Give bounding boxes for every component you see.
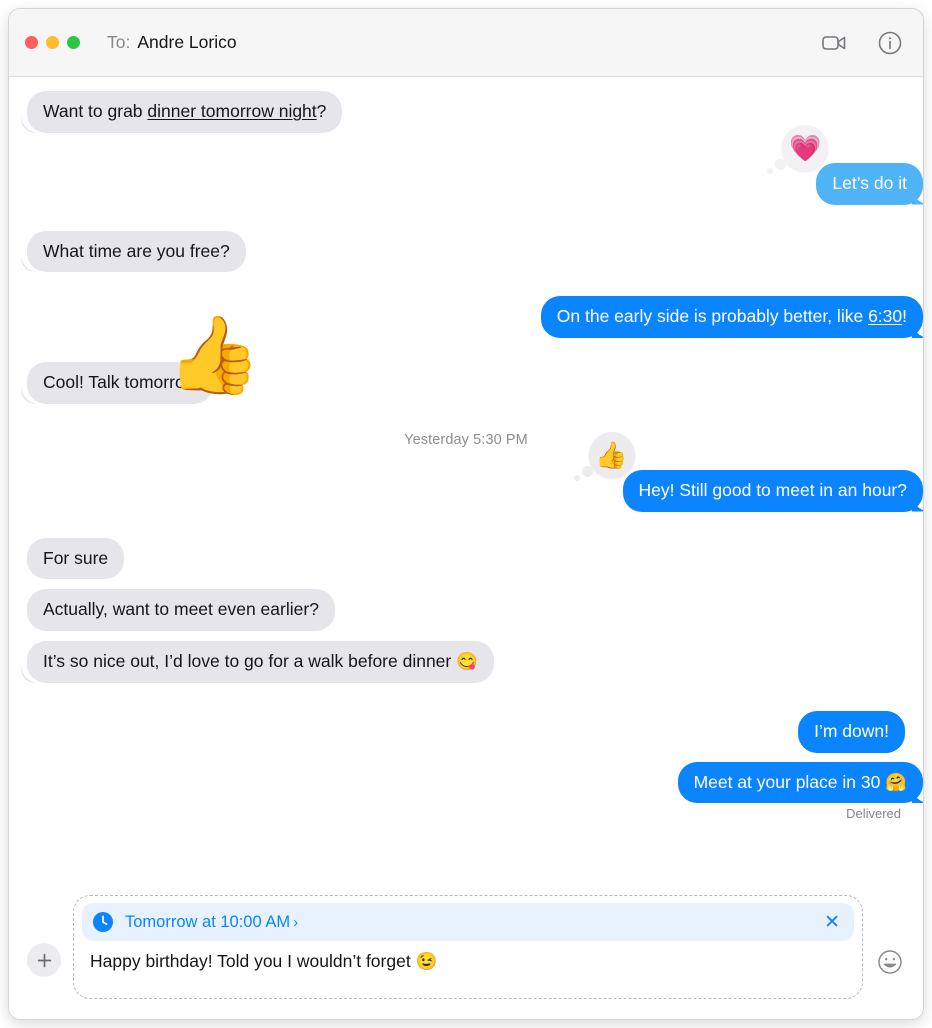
message-text: Want to grab [43,101,148,121]
message-text-tail: ? [316,101,327,121]
recipient-name: Andre Lorico [137,32,237,52]
message-bubble-incoming[interactable]: What time are you free? [27,230,246,273]
close-icon[interactable]: ✕ [822,913,842,932]
message-row: On the early side is probably better, li… [9,296,923,338]
message-bubble-incoming[interactable]: It’s so nice out, I’d love to go for a w… [27,641,494,683]
message-text-tail: ! [902,306,907,327]
message-row: What time are you free? [9,230,923,273]
chevron-right-icon[interactable]: › [293,914,298,931]
video-camera-icon[interactable] [819,28,849,58]
message-input-field[interactable]: Tomorrow at 10:00 AM › ✕ Happy birthday! … [73,895,863,999]
message-link[interactable]: dinner tomorrow night [147,101,316,121]
message-bubble-outgoing[interactable]: I’m down! [798,710,905,753]
title-bar-actions [819,28,905,58]
clock-icon [92,911,114,933]
time-divider: Yesterday 5:30 PM [404,431,528,448]
message-bubble-outgoing[interactable]: Let’s do it [816,162,923,205]
message-row: Want to grab dinner tomorrow night? [9,91,923,133]
recipient-label: To: [107,32,131,52]
add-attachment-button[interactable] [27,943,61,977]
zoom-window-button[interactable] [67,36,80,49]
message-row: 💗 Let’s do it [9,124,923,205]
message-row: 👍 Hey! Still good to meet in an hour? [9,431,923,512]
recipient-field[interactable]: To: Andre Lorico [107,32,237,53]
draft-message-text[interactable]: Happy birthday! Told you I wouldn’t forg… [82,946,854,976]
message-bubble-outgoing[interactable]: Meet at your place in 30 🤗 [677,761,923,804]
message-bubble-incoming[interactable]: Actually, want to meet even earlier? [27,589,335,631]
message-row: Cool! Talk tomorrow 👍 [9,318,923,404]
message-transcript: Want to grab dinner tomorrow night? 💗 Le… [9,77,923,895]
bubble-with-sticker: Cool! Talk tomorrow 👍 [27,318,261,404]
delivery-status: Delivered [846,806,901,822]
heart-tapback[interactable]: 💗 [767,124,829,174]
message-link[interactable]: 6:30 [868,306,902,326]
message-text: On the early side is probably better, li… [556,306,869,327]
smiley-face-icon [875,947,905,977]
close-window-button[interactable] [25,36,38,49]
message-row: Meet at your place in 30 🤗 [9,761,923,804]
message-row: Actually, want to meet even earlier? [9,589,923,631]
message-bubble-outgoing[interactable]: Hey! Still good to meet in an hour? [622,469,923,512]
heart-tapback-glyph: 💗 [789,132,822,163]
bubble-with-tapback: 👍 Hey! Still good to meet in an hour? [573,431,923,512]
messages-window: To: Andre Lorico Want to grab dinner tom… [8,8,924,1020]
emoji-picker-button[interactable] [875,947,905,977]
message-row: It’s so nice out, I’d love to go for a w… [9,641,923,683]
thumbs-up-tapback-glyph: 👍 [595,439,628,470]
plus-icon [36,952,53,969]
send-later-chip[interactable]: Tomorrow at 10:00 AM › ✕ [82,903,854,941]
message-bubble-incoming[interactable]: For sure [27,537,125,580]
title-bar: To: Andre Lorico [9,9,923,77]
memoji-thumbs-up-sticker[interactable]: 👍 [167,318,262,394]
message-bubble-incoming[interactable]: Want to grab dinner tomorrow night? [27,91,343,133]
message-row: For sure [9,537,923,580]
window-controls [25,36,80,49]
send-later-time: Tomorrow at 10:00 AM [125,912,291,931]
message-row: I’m down! [9,710,923,753]
bubble-with-tapback: 💗 Let’s do it [767,124,923,205]
compose-area: Tomorrow at 10:00 AM › ✕ Happy birthday! … [9,895,923,1019]
message-bubble-outgoing[interactable]: On the early side is probably better, li… [540,296,923,338]
thumbs-up-tapback[interactable]: 👍 [573,431,635,481]
minimize-window-button[interactable] [46,36,59,49]
info-circle-icon[interactable] [875,28,905,58]
send-later-label: Tomorrow at 10:00 AM › [125,913,811,932]
